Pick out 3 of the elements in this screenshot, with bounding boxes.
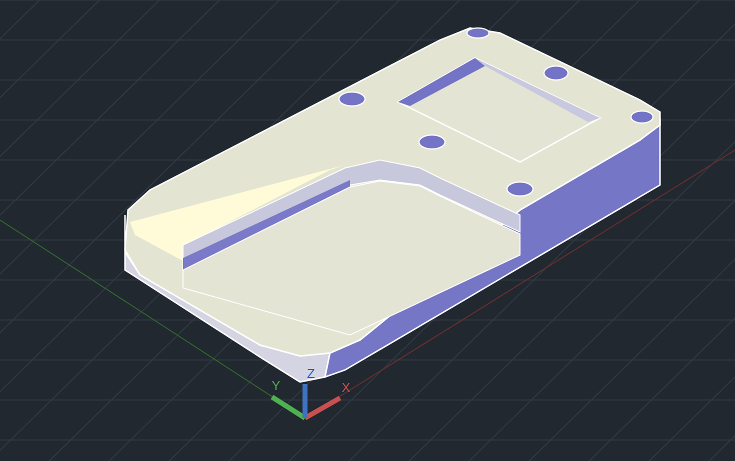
axis-label: X: [342, 380, 350, 395]
axis-label: Y: [272, 378, 280, 393]
axis-label: Z: [307, 366, 315, 381]
